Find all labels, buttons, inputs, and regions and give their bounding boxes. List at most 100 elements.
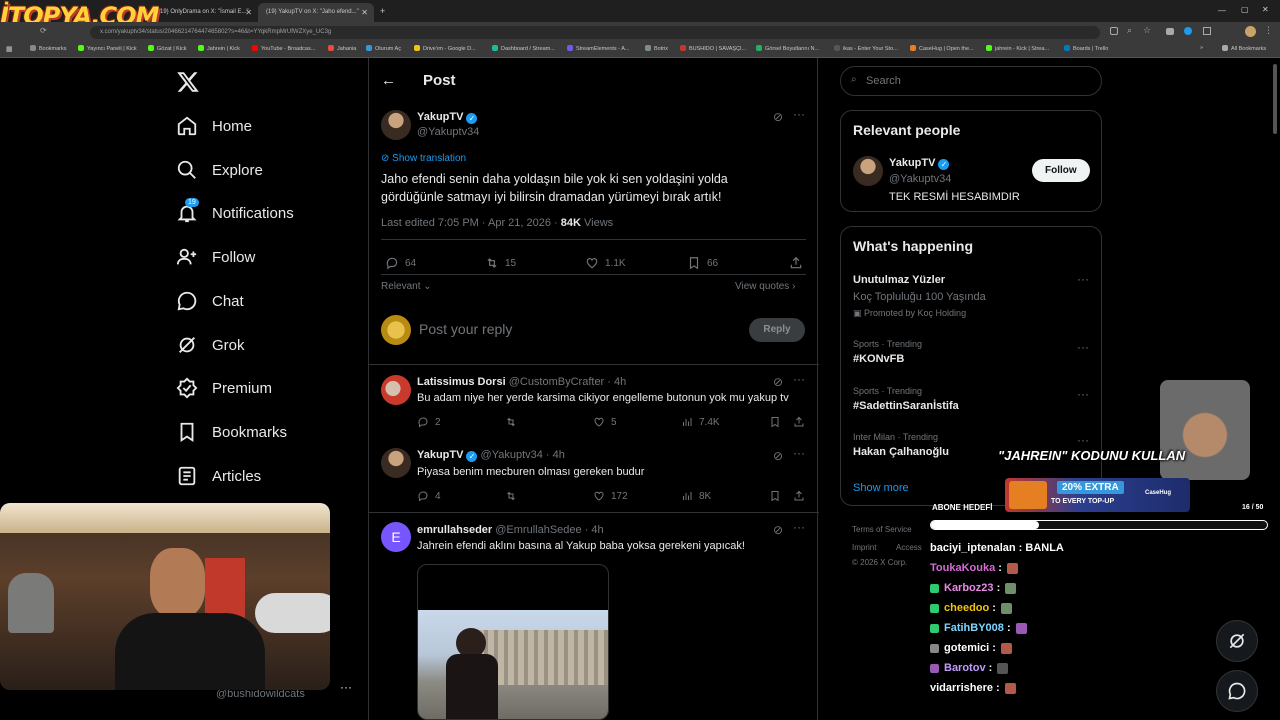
reply-author[interactable]: Latissimus Dorsi @CustomByCrafter · 4h	[417, 376, 626, 388]
repost-action[interactable]: 15	[485, 256, 516, 270]
messages-fab-button[interactable]	[1216, 670, 1258, 712]
more-options-icon[interactable]: ···	[793, 446, 805, 460]
show-more-link[interactable]: Show more	[853, 482, 909, 494]
reload-icon[interactable]: ⟳	[40, 26, 47, 35]
avatar[interactable]	[381, 375, 411, 405]
more-options-icon[interactable]: ···	[1077, 272, 1089, 286]
footer-link[interactable]: Imprint	[852, 543, 876, 552]
like-action[interactable]: 1.1K	[585, 256, 626, 270]
new-tab-button[interactable]: +	[376, 3, 392, 22]
nav-explore[interactable]: Explore	[176, 155, 263, 185]
close-icon[interactable]: ✕	[361, 8, 368, 17]
bookmark-item[interactable]: StreamElements - A...	[567, 45, 630, 52]
extension-icon[interactable]	[1184, 27, 1192, 35]
nav-notifications[interactable]: 19 Notifications	[176, 198, 294, 228]
bookmark-item[interactable]: CaseHug | Open the...	[910, 45, 974, 52]
views-stat[interactable]: 7.4K	[681, 416, 720, 428]
reply-media[interactable]	[417, 564, 609, 720]
close-icon[interactable]: ✕	[245, 8, 252, 17]
bookmark-item[interactable]: Oturum Aç	[366, 45, 401, 52]
reply-action[interactable]: 64	[385, 256, 416, 270]
bookmark-action[interactable]	[769, 416, 787, 428]
bookmark-item[interactable]: Botrix	[645, 45, 668, 52]
bookmark-action[interactable]: 66	[687, 256, 718, 270]
grok-icon[interactable]: ⊘	[773, 375, 783, 389]
footer-link[interactable]: Terms of Service	[852, 525, 912, 534]
view-quotes-link[interactable]: View quotes ›	[735, 281, 795, 292]
post-author-name[interactable]: YakupTV ✓	[417, 111, 478, 124]
x-logo-icon[interactable]	[176, 70, 200, 94]
reply-input[interactable]: Post your reply	[419, 321, 512, 337]
avatar[interactable]: E	[381, 522, 411, 552]
bookmark-action[interactable]	[769, 490, 787, 502]
more-options-icon[interactable]: ···	[793, 520, 805, 534]
like-action[interactable]: 172	[593, 490, 628, 502]
grok-icon[interactable]: ⊘	[773, 449, 783, 463]
bookmark-item[interactable]: Yayıncı Paneli | Kick	[78, 45, 137, 52]
repost-action[interactable]	[505, 416, 523, 428]
minimize-icon[interactable]: —	[1218, 6, 1226, 15]
url-input[interactable]: x.com/yakuptv34/status/20466214764474658…	[90, 26, 1100, 39]
bookmark-item[interactable]: Jahrein | Kick	[198, 45, 240, 52]
reply-author[interactable]: emrullahseder @EmrullahSedee · 4h	[417, 524, 604, 536]
more-options-icon[interactable]: ···	[1077, 433, 1089, 447]
avatar[interactable]	[853, 156, 883, 186]
trend-title[interactable]: Hakan Çalhanoğlu	[853, 446, 949, 458]
browser-tab-active[interactable]: (19) YakupTV on X: "Jaho efend..." ✕	[258, 3, 374, 22]
follow-button[interactable]: Follow	[1032, 159, 1090, 182]
own-avatar[interactable]	[381, 315, 411, 345]
like-action[interactable]: 5	[593, 416, 617, 428]
bookmark-item[interactable]: Jahania	[328, 45, 356, 52]
bookmark-item[interactable]: Gözat | Kick	[148, 45, 187, 52]
bookmark-item[interactable]: ikas - Enter Your Sto...	[834, 45, 898, 52]
bookmark-item[interactable]: jahrein - Kick | Strea...	[986, 45, 1049, 52]
avatar[interactable]	[381, 448, 411, 478]
star-icon[interactable]: ☆	[1143, 25, 1151, 36]
back-arrow-icon[interactable]: ←	[381, 72, 396, 89]
bookmark-item[interactable]: YouTube - Broadcas...	[252, 45, 315, 52]
extensions-icon[interactable]	[1203, 27, 1211, 35]
more-options-icon[interactable]: ···	[1077, 387, 1089, 401]
share-action[interactable]	[793, 490, 811, 502]
nav-home[interactable]: Home	[176, 111, 252, 141]
person-name[interactable]: YakupTV ✓	[889, 157, 950, 170]
sort-dropdown[interactable]: Relevant ⌄	[381, 281, 432, 292]
footer-link[interactable]: Access	[896, 543, 922, 552]
search-input[interactable]: ⌕ Search	[840, 66, 1102, 96]
cast-icon[interactable]	[1110, 27, 1118, 35]
bookmark-item[interactable]: Görsel Boyutlarını N...	[756, 45, 819, 52]
bookmark-item[interactable]: Boards | Trello	[1064, 45, 1108, 52]
extension-icon[interactable]	[1166, 28, 1174, 35]
bookmark-item[interactable]: Drive'ım - Google D...	[414, 45, 476, 52]
reply-action[interactable]: 2	[417, 416, 441, 428]
bookmark-item[interactable]: Dashboard / Stream...	[492, 45, 555, 52]
trend-title[interactable]: #KONvFB	[853, 353, 904, 365]
reply-action[interactable]: 4	[417, 490, 441, 502]
post-author-handle[interactable]: @Yakuptv34	[417, 126, 479, 138]
more-options-icon[interactable]: ···	[793, 107, 805, 121]
page-scrollbar[interactable]	[1273, 64, 1277, 134]
avatar[interactable]	[381, 110, 411, 140]
nav-chat[interactable]: Chat	[176, 286, 244, 316]
grok-fab-button[interactable]	[1216, 620, 1258, 662]
search-icon[interactable]: ⌕	[1127, 25, 1132, 36]
share-action[interactable]	[789, 256, 809, 270]
apps-icon[interactable]: ▦	[6, 45, 13, 53]
more-options-icon[interactable]: ···	[1077, 340, 1089, 354]
share-action[interactable]	[793, 416, 811, 428]
nav-articles[interactable]: Articles	[176, 461, 261, 491]
nav-premium[interactable]: Premium	[176, 373, 272, 403]
bookmark-item[interactable]: Bookmarks	[30, 45, 67, 52]
more-icon[interactable]: ···	[340, 680, 352, 694]
maximize-icon[interactable]: ▢	[1241, 5, 1249, 14]
repost-action[interactable]	[505, 490, 523, 502]
grok-icon[interactable]: ⊘	[773, 523, 783, 537]
views-stat[interactable]: 8K	[681, 490, 711, 502]
trend-title[interactable]: #SadettinSaranİstifa	[853, 400, 959, 412]
more-options-icon[interactable]: ···	[793, 372, 805, 386]
bookmark-item[interactable]: BUSHIDO | SAVAŞÇI...	[680, 45, 746, 52]
trend-title[interactable]: Unutulmaz Yüzler	[853, 274, 945, 286]
profile-avatar[interactable]	[1245, 26, 1256, 37]
show-translation-link[interactable]: ⊘ Show translation	[381, 153, 466, 164]
person-handle[interactable]: @Yakuptv34	[889, 173, 951, 185]
